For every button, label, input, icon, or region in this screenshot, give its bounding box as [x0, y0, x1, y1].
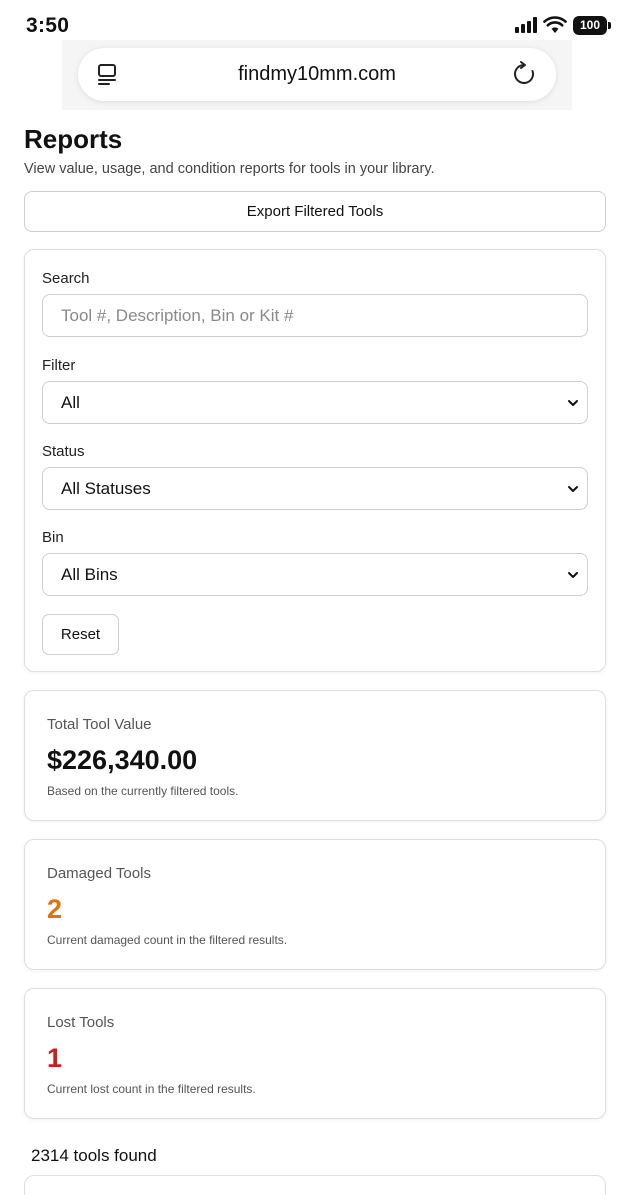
lost-tools-card: Lost Tools 1 Current lost count in the f… — [24, 988, 606, 1119]
battery-level: 100 — [573, 15, 607, 35]
lost-tools-note: Current lost count in the filtered resul… — [47, 1082, 256, 1096]
damaged-tools-count: 2 — [47, 894, 63, 924]
damaged-tools-card: Damaged Tools 2 Current damaged count in… — [24, 839, 606, 970]
total-value-label: Total Tool Value — [47, 716, 152, 733]
filter-label: Filter — [42, 357, 76, 374]
page-header: Reports View value, usage, and condition… — [24, 124, 606, 177]
status-time: 3:50 — [26, 14, 70, 37]
bin-select[interactable]: All Bins — [42, 553, 588, 596]
filters-card: Search Tool #, Description, Bin or Kit #… — [24, 249, 606, 672]
total-value-note: Based on the currently filtered tools. — [47, 784, 239, 798]
tools-found-count: 2314 tools found — [31, 1146, 157, 1165]
damaged-tools-label: Damaged Tools — [47, 865, 151, 882]
tool-list-card — [24, 1175, 606, 1195]
search-label: Search — [42, 270, 90, 287]
chevron-down-icon — [568, 400, 578, 406]
bin-label: Bin — [42, 529, 64, 546]
page-subtitle: View value, usage, and condition reports… — [24, 161, 435, 177]
filter-select[interactable]: All — [42, 381, 588, 424]
page-title: Reports — [24, 124, 123, 154]
damaged-tools-note: Current damaged count in the filtered re… — [47, 933, 288, 947]
search-placeholder: Tool #, Description, Bin or Kit # — [61, 306, 294, 325]
filter-selected-value: All — [61, 393, 80, 412]
status-selected-value: All Statuses — [61, 479, 151, 498]
export-filtered-tools-button[interactable]: Export Filtered Tools — [24, 191, 606, 232]
url-text[interactable]: findmy10mm.com — [78, 63, 556, 86]
wifi-icon — [543, 16, 567, 33]
chevron-down-icon — [568, 572, 578, 578]
reset-button[interactable]: Reset — [42, 614, 119, 655]
status-label: Status — [42, 443, 85, 460]
bin-selected-value: All Bins — [61, 565, 118, 584]
address-bar[interactable]: findmy10mm.com — [78, 48, 556, 101]
status-select[interactable]: All Statuses — [42, 467, 588, 510]
search-input[interactable]: Tool #, Description, Bin or Kit # — [42, 294, 588, 337]
reload-icon[interactable] — [512, 61, 536, 87]
chevron-down-icon — [568, 486, 578, 492]
cellular-signal-icon — [515, 17, 537, 33]
total-value-amount: $226,340.00 — [47, 745, 198, 775]
browser-toolbar: findmy10mm.com — [62, 40, 572, 110]
battery-icon: 100 — [573, 15, 611, 35]
lost-tools-label: Lost Tools — [47, 1014, 115, 1031]
status-icons: 100 — [515, 15, 611, 35]
lost-tools-count: 1 — [47, 1043, 63, 1073]
total-tool-value-card: Total Tool Value $226,340.00 Based on th… — [24, 690, 606, 821]
